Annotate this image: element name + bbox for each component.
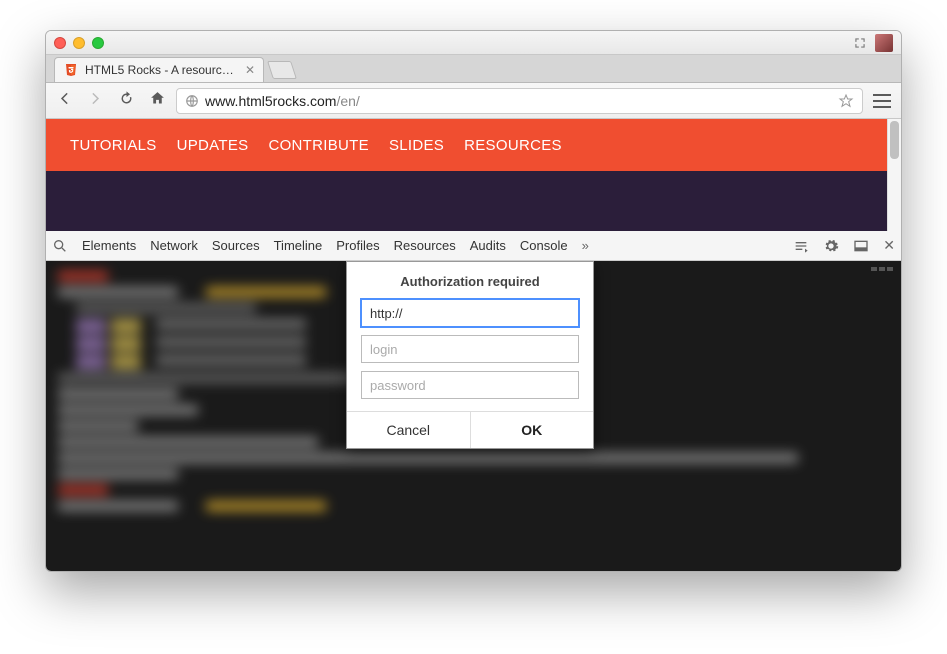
reload-button[interactable] bbox=[118, 90, 135, 112]
page-scrollbar[interactable] bbox=[887, 119, 901, 231]
drawer-toggle-icon[interactable] bbox=[793, 238, 809, 254]
authorization-dialog: Authorization required Cancel OK bbox=[346, 261, 594, 449]
forward-button[interactable] bbox=[87, 90, 104, 112]
scrollbar-thumb[interactable] bbox=[890, 121, 899, 159]
nav-resources[interactable]: RESOURCES bbox=[464, 137, 562, 154]
ok-button[interactable]: OK bbox=[471, 412, 594, 448]
nav-slides[interactable]: SLIDES bbox=[389, 137, 444, 154]
tab-title: HTML5 Rocks - A resource… bbox=[85, 63, 235, 77]
browser-tab[interactable]: HTML5 Rocks - A resource… ✕ bbox=[54, 57, 264, 82]
devtools-tab-resources[interactable]: Resources bbox=[394, 238, 456, 253]
dialog-title: Authorization required bbox=[347, 262, 593, 299]
devtools-overflow-icon[interactable]: » bbox=[582, 238, 589, 253]
minimize-window-button[interactable] bbox=[73, 37, 85, 49]
profile-avatar[interactable] bbox=[875, 34, 893, 52]
browser-toolbar: www.html5rocks.com/en/ bbox=[46, 83, 901, 119]
devtools-tab-elements[interactable]: Elements bbox=[82, 238, 136, 253]
tab-strip: HTML5 Rocks - A resource… ✕ bbox=[46, 55, 901, 83]
devtools-panel: Elements Network Sources Timeline Profil… bbox=[46, 231, 901, 571]
html5-icon bbox=[63, 62, 79, 78]
hamburger-menu-icon[interactable] bbox=[873, 94, 891, 108]
new-tab-button[interactable] bbox=[267, 61, 297, 79]
devtools-tab-timeline[interactable]: Timeline bbox=[274, 238, 323, 253]
minimap-icon bbox=[871, 267, 895, 275]
window-controls bbox=[54, 37, 104, 49]
nav-tutorials[interactable]: TUTORIALS bbox=[70, 137, 157, 154]
dock-icon[interactable] bbox=[853, 238, 869, 254]
devtools-close-icon[interactable]: ✕ bbox=[883, 237, 895, 254]
devtools-tab-sources[interactable]: Sources bbox=[212, 238, 260, 253]
back-button[interactable] bbox=[56, 90, 73, 112]
tab-close-icon[interactable]: ✕ bbox=[245, 63, 255, 77]
auth-password-input[interactable] bbox=[361, 371, 579, 399]
devtools-tab-network[interactable]: Network bbox=[150, 238, 198, 253]
search-icon[interactable] bbox=[52, 238, 68, 254]
address-bar[interactable]: www.html5rocks.com/en/ bbox=[176, 88, 863, 114]
devtools-tab-console[interactable]: Console bbox=[520, 238, 568, 253]
auth-url-input[interactable] bbox=[361, 299, 579, 327]
devtools-tab-audits[interactable]: Audits bbox=[470, 238, 506, 253]
devtools-body: Authorization required Cancel OK bbox=[46, 261, 901, 571]
page-viewport: TUTORIALS UPDATES CONTRIBUTE SLIDES RESO… bbox=[46, 119, 901, 571]
cancel-button[interactable]: Cancel bbox=[347, 412, 471, 448]
globe-icon bbox=[185, 94, 199, 108]
home-button[interactable] bbox=[149, 90, 166, 112]
nav-updates[interactable]: UPDATES bbox=[177, 137, 249, 154]
site-navigation: TUTORIALS UPDATES CONTRIBUTE SLIDES RESO… bbox=[46, 119, 901, 171]
url-text: www.html5rocks.com/en/ bbox=[205, 93, 832, 109]
nav-contribute[interactable]: CONTRIBUTE bbox=[268, 137, 369, 154]
fullscreen-icon[interactable] bbox=[853, 36, 867, 50]
window-titlebar bbox=[46, 31, 901, 55]
zoom-window-button[interactable] bbox=[92, 37, 104, 49]
bookmark-star-icon[interactable] bbox=[838, 93, 854, 109]
browser-window: HTML5 Rocks - A resource… ✕ www.html5roc… bbox=[45, 30, 902, 572]
gear-icon[interactable] bbox=[823, 238, 839, 254]
page-hero bbox=[46, 171, 901, 231]
auth-login-input[interactable] bbox=[361, 335, 579, 363]
devtools-tab-bar: Elements Network Sources Timeline Profil… bbox=[46, 231, 901, 261]
close-window-button[interactable] bbox=[54, 37, 66, 49]
devtools-tab-profiles[interactable]: Profiles bbox=[336, 238, 379, 253]
